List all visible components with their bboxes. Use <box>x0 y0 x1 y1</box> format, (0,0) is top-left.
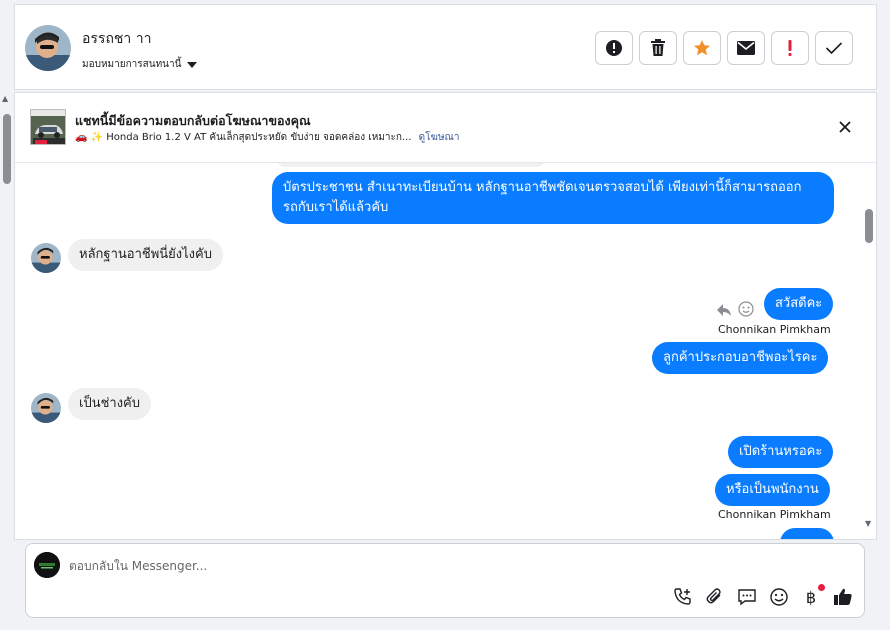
attach-button[interactable] <box>704 586 726 608</box>
close-icon <box>839 121 851 133</box>
saved-replies-button[interactable] <box>736 586 758 608</box>
page-scrollbar-thumb[interactable] <box>3 114 11 184</box>
ad-banner-subtitle: 🚗 ✨ Honda Brio 1.2 V AT คันเล็กสุดประหยั… <box>75 130 459 145</box>
message-outgoing[interactable]: ลูกค้าประกอบอาชีพอะไรคะ <box>652 342 829 374</box>
react-emoji-icon[interactable] <box>738 301 754 321</box>
message-list: บัตรประชาชน สำเนาทะเบียนบ้าน หลักฐานอาชี… <box>15 151 861 539</box>
payment-button[interactable]: ฿ <box>800 584 825 608</box>
reply-input[interactable] <box>69 557 669 575</box>
message-incoming[interactable]: เป็นช่างคับ <box>68 388 152 420</box>
contact-avatar-small[interactable] <box>31 243 61 273</box>
messenger-inbox-window: ▲ อรรถชา าา มอบหมายการสนทนานี้ แชทนี้มีข… <box>0 0 890 630</box>
message-line: บัตรประชาชน สำเนาทะเบียนบ้าน หลักฐานอาชี… <box>283 180 802 195</box>
emoji-button[interactable] <box>768 586 790 608</box>
partial-message <box>780 528 834 539</box>
mark-done-button[interactable] <box>815 31 853 65</box>
message-outgoing[interactable]: บัตรประชาชน สำเนาทะเบียนบ้าน หลักฐานอาชี… <box>272 172 834 224</box>
ad-thumbnail[interactable] <box>30 109 66 145</box>
composer-toolbar: ฿ <box>672 584 854 608</box>
contact-name[interactable]: อรรถชา าา <box>82 28 151 50</box>
contact-avatar[interactable] <box>25 25 71 71</box>
saved-reply-icon <box>738 589 756 606</box>
message-incoming[interactable]: หลักฐานอาชีพนี่ยังไงคับ <box>68 239 223 271</box>
follow-up-button[interactable] <box>771 31 809 65</box>
caret-down-icon <box>187 61 198 68</box>
reply-icon[interactable] <box>716 302 732 321</box>
sender-name: Chonnikan Pimkham <box>718 508 831 521</box>
view-ad-link[interactable]: ดูโฆษณา <box>419 132 460 143</box>
check-icon <box>825 42 843 55</box>
trash-icon <box>651 39 665 56</box>
like-button[interactable] <box>832 586 854 608</box>
mail-icon <box>737 41 755 55</box>
conversation-actions <box>595 31 853 65</box>
paperclip-icon <box>706 588 721 604</box>
star-button[interactable] <box>683 31 721 65</box>
baht-icon: ฿ <box>805 587 817 607</box>
exclamation-icon <box>788 40 792 56</box>
page-avatar <box>34 552 60 578</box>
page-scrollbar[interactable]: ▲ <box>0 92 14 630</box>
phone-plus-icon <box>674 588 691 605</box>
report-button[interactable] <box>595 31 633 65</box>
message-line: รถกับเราได้แล้วคับ <box>283 200 389 215</box>
message-scrollbar[interactable]: ▼ <box>861 163 876 539</box>
mark-unread-button[interactable] <box>727 31 765 65</box>
message-scrollbar-thumb[interactable] <box>865 209 873 243</box>
conversation-panel: แชทนี้มีข้อความตอบกลับต่อโฆษณาของคุณ 🚗 ✨… <box>14 92 877 540</box>
conversation-header: อรรถชา าา มอบหมายการสนทนานี้ <box>14 4 877 90</box>
scroll-down-arrow-icon[interactable]: ▼ <box>865 519 871 528</box>
ad-banner-title: แชทนี้มีข้อความตอบกลับต่อโฆษณาของคุณ <box>75 113 311 128</box>
close-banner-button[interactable] <box>835 117 855 137</box>
sender-name: Chonnikan Pimkham <box>718 323 831 336</box>
report-icon <box>606 40 622 56</box>
delete-button[interactable] <box>639 31 677 65</box>
message-outgoing[interactable]: หรือเป็นพนักงาน <box>715 474 830 506</box>
ad-reply-banner: แชทนี้มีข้อความตอบกลับต่อโฆษณาของคุณ 🚗 ✨… <box>15 93 876 163</box>
call-button[interactable] <box>672 586 694 608</box>
thumbs-up-icon <box>834 588 852 605</box>
message-outgoing[interactable]: เปิดร้านหรอคะ <box>728 436 834 468</box>
message-composer: ฿ <box>25 543 865 618</box>
scroll-up-arrow-icon[interactable]: ▲ <box>2 94 8 103</box>
star-icon <box>694 40 710 56</box>
contact-avatar-small[interactable] <box>31 393 61 423</box>
assign-conversation-dropdown[interactable]: มอบหมายการสนทนานี้ <box>82 57 198 72</box>
ad-description: 🚗 ✨ Honda Brio 1.2 V AT คันเล็กสุดประหยั… <box>75 132 412 143</box>
emoji-icon <box>770 588 788 606</box>
message-outgoing[interactable]: สวัสดีคะ <box>764 288 834 320</box>
assign-conversation-label: มอบหมายการสนทนานี้ <box>82 59 182 70</box>
notification-dot <box>818 584 825 591</box>
